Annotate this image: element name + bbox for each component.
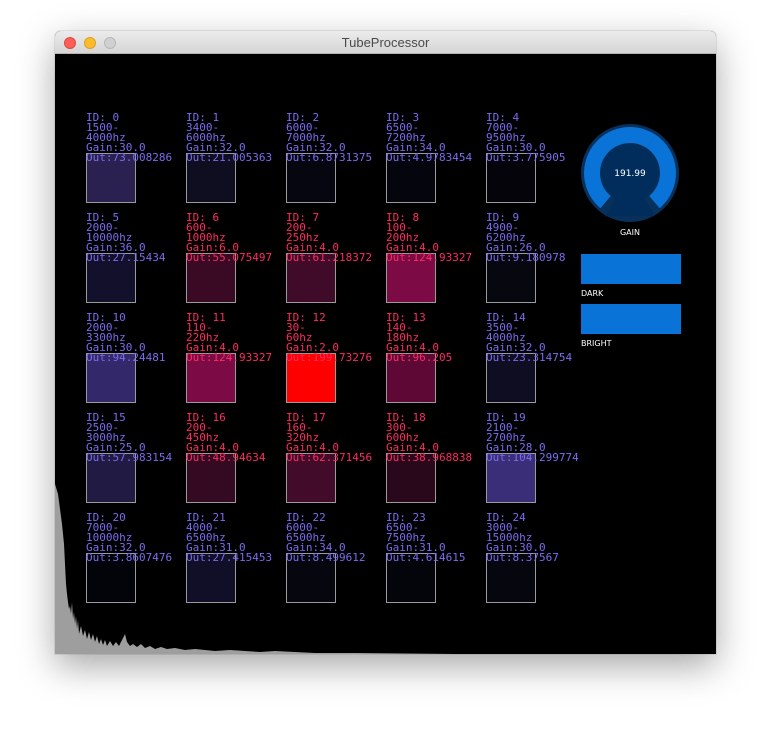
band-label: ID: 1 3400- 6000hz Gain:32.0 Out:21.005363 xyxy=(186,112,273,164)
title-bar[interactable]: TubeProcessor xyxy=(55,31,716,54)
band-cell-19[interactable]: ID: 19 2100- 2700hz Gain:28.0 Out:104.299774 xyxy=(486,412,586,513)
band-cell-16[interactable]: ID: 16 200- 450hz Gain:4.0 Out:48.94634 xyxy=(186,412,286,513)
band-label: ID: 21 4000- 6500hz Gain:31.0 Out:27.415453 xyxy=(186,512,273,564)
band-out: Out:124.93327 xyxy=(386,251,473,264)
gain-knob-label: GAIN xyxy=(619,228,640,237)
band-label: ID: 0 1500- 4000hz Gain:30.0 Out:73.008286 xyxy=(86,112,173,164)
band-cell-17[interactable]: ID: 17 160- 320hz Gain:4.0 Out:62.371456 xyxy=(286,412,386,513)
band-out: Out:3.775905 xyxy=(486,151,566,164)
band-label: ID: 15 2500- 3000hz Gain:25.0 Out:57.983154 xyxy=(86,412,173,464)
band-cell-1[interactable]: ID: 1 3400- 6000hz Gain:32.0 Out:21.005363 xyxy=(186,112,286,213)
band-cell-10[interactable]: ID: 10 2000- 3300hz Gain:30.0 Out:94.24481 xyxy=(86,312,186,413)
band-out: Out:55.075497 xyxy=(186,251,273,264)
band-label: ID: 14 3500- 4000hz Gain:32.0 Out:23.314754 xyxy=(486,312,573,364)
band-label: ID: 22 6000- 6500hz Gain:34.0 Out:8.499612 xyxy=(286,512,366,564)
band-cell-20[interactable]: ID: 20 7000- 10000hz Gain:32.0 Out:3.8607476 xyxy=(86,512,186,613)
band-out: Out:62.371456 xyxy=(286,451,373,464)
band-cell-4[interactable]: ID: 4 7000- 9500hz Gain:30.0 Out:3.775905 xyxy=(486,112,586,213)
dark-slider[interactable] xyxy=(581,254,681,284)
band-out: Out:124.93327 xyxy=(186,351,273,364)
band-label: ID: 24 3000- 15000hz Gain:30.0 Out:8.37567 xyxy=(486,512,559,564)
band-cell-24[interactable]: ID: 24 3000- 15000hz Gain:30.0 Out:8.37567 xyxy=(486,512,586,613)
band-label: ID: 4 7000- 9500hz Gain:30.0 Out:3.775905 xyxy=(486,112,566,164)
band-label: ID: 11 110- 220hz Gain:4.0 Out:124.93327 xyxy=(186,312,273,364)
band-out: Out:6.8731375 xyxy=(286,151,373,164)
band-out: Out:94.24481 xyxy=(86,351,166,364)
gain-knob-value: 191.99 xyxy=(614,169,646,179)
bright-slider-label: BRIGHT xyxy=(581,339,612,348)
band-cell-6[interactable]: ID: 6 600- 1000hz Gain:6.0 Out:55.075497 xyxy=(186,212,286,313)
band-out: Out:104.299774 xyxy=(486,451,579,464)
dark-slider-label: DARK xyxy=(581,289,604,298)
band-label: ID: 18 300- 600hz Gain:4.0 Out:38.968838 xyxy=(386,412,473,464)
band-cell-15[interactable]: ID: 15 2500- 3000hz Gain:25.0 Out:57.983154 xyxy=(86,412,186,513)
band-out: Out:27.15434 xyxy=(86,251,166,264)
band-label: ID: 10 2000- 3300hz Gain:30.0 Out:94.24481 xyxy=(86,312,166,364)
band-label: ID: 7 200- 250hz Gain:4.0 Out:61.218372 xyxy=(286,212,373,264)
band-cell-0[interactable]: ID: 0 1500- 4000hz Gain:30.0 Out:73.008286 xyxy=(86,112,186,213)
band-label: ID: 8 100- 200hz Gain:4.0 Out:124.93327 xyxy=(386,212,473,264)
band-out: Out:23.314754 xyxy=(486,351,573,364)
band-cell-13[interactable]: ID: 13 140- 180hz Gain:4.0 Out:96.205 xyxy=(386,312,486,413)
processor-canvas: ID: 0 1500- 4000hz Gain:30.0 Out:73.008286 ID… xyxy=(55,54,716,654)
band-cell-21[interactable]: ID: 21 4000- 6500hz Gain:31.0 Out:27.415453 xyxy=(186,512,286,613)
band-label: ID: 12 30- 60hz Gain:2.0 Out:199.73276 xyxy=(286,312,373,364)
band-out: Out:3.8607476 xyxy=(86,551,173,564)
band-label: ID: 5 2000- 10000hz Gain:36.0 Out:27.15434 xyxy=(86,212,166,264)
band-out: Out:9.180978 xyxy=(486,251,566,264)
band-out: Out:96.205 xyxy=(386,351,453,364)
band-out: Out:38.968838 xyxy=(386,451,473,464)
band-label: ID: 23 6500- 7500hz Gain:31.0 Out:4.614615 xyxy=(386,512,466,564)
band-label: ID: 17 160- 320hz Gain:4.0 Out:62.371456 xyxy=(286,412,373,464)
band-label: ID: 3 6500- 7200hz Gain:34.0 Out:4.9783454 xyxy=(386,112,473,164)
band-label: ID: 9 4900- 6200hz Gain:26.0 Out:9.180978 xyxy=(486,212,566,264)
band-cell-5[interactable]: ID: 5 2000- 10000hz Gain:36.0 Out:27.15434 xyxy=(86,212,186,313)
band-out: Out:8.37567 xyxy=(486,551,559,564)
band-out: Out:57.983154 xyxy=(86,451,173,464)
band-out: Out:4.9783454 xyxy=(386,151,473,164)
band-cell-14[interactable]: ID: 14 3500- 4000hz Gain:32.0 Out:23.314754 xyxy=(486,312,586,413)
band-cell-18[interactable]: ID: 18 300- 600hz Gain:4.0 Out:38.968838 xyxy=(386,412,486,513)
band-out: Out:4.614615 xyxy=(386,551,466,564)
band-label: ID: 16 200- 450hz Gain:4.0 Out:48.94634 xyxy=(186,412,266,464)
band-label: ID: 19 2100- 2700hz Gain:28.0 Out:104.299774 xyxy=(486,412,579,464)
band-label: ID: 13 140- 180hz Gain:4.0 Out:96.205 xyxy=(386,312,453,364)
band-out: Out:48.94634 xyxy=(186,451,266,464)
band-cell-2[interactable]: ID: 2 6000- 7000hz Gain:32.0 Out:6.8731375 xyxy=(286,112,386,213)
band-out: Out:73.008286 xyxy=(86,151,173,164)
band-cell-8[interactable]: ID: 8 100- 200hz Gain:4.0 Out:124.93327 xyxy=(386,212,486,313)
window-title: TubeProcessor xyxy=(341,35,430,50)
band-cell-3[interactable]: ID: 3 6500- 7200hz Gain:34.0 Out:4.9783454 xyxy=(386,112,486,213)
band-cell-23[interactable]: ID: 23 6500- 7500hz Gain:31.0 Out:4.614615 xyxy=(386,512,486,613)
band-cell-7[interactable]: ID: 7 200- 250hz Gain:4.0 Out:61.218372 xyxy=(286,212,386,313)
app-window: TubeProcessor ID: 0 1500- 4000hz Gain:30.0 O… xyxy=(55,31,716,654)
band-cell-22[interactable]: ID: 22 6000- 6500hz Gain:34.0 Out:8.499612 xyxy=(286,512,386,613)
band-label: ID: 20 7000- 10000hz Gain:32.0 Out:3.8607476 xyxy=(86,512,173,564)
band-out: Out:199.73276 xyxy=(286,351,373,364)
band-out: Out:21.005363 xyxy=(186,151,273,164)
bright-slider[interactable] xyxy=(581,304,681,334)
band-cell-9[interactable]: ID: 9 4900- 6200hz Gain:26.0 Out:9.180978 xyxy=(486,212,586,313)
gain-knob[interactable]: 191.99 xyxy=(580,123,680,223)
band-out: Out:61.218372 xyxy=(286,251,373,264)
band-out: Out:8.499612 xyxy=(286,551,366,564)
band-out: Out:27.415453 xyxy=(186,551,273,564)
band-cell-11[interactable]: ID: 11 110- 220hz Gain:4.0 Out:124.93327 xyxy=(186,312,286,413)
band-cell-12[interactable]: ID: 12 30- 60hz Gain:2.0 Out:199.73276 xyxy=(286,312,386,413)
band-label: ID: 2 6000- 7000hz Gain:32.0 Out:6.8731375 xyxy=(286,112,373,164)
band-label: ID: 6 600- 1000hz Gain:6.0 Out:55.075497 xyxy=(186,212,273,264)
